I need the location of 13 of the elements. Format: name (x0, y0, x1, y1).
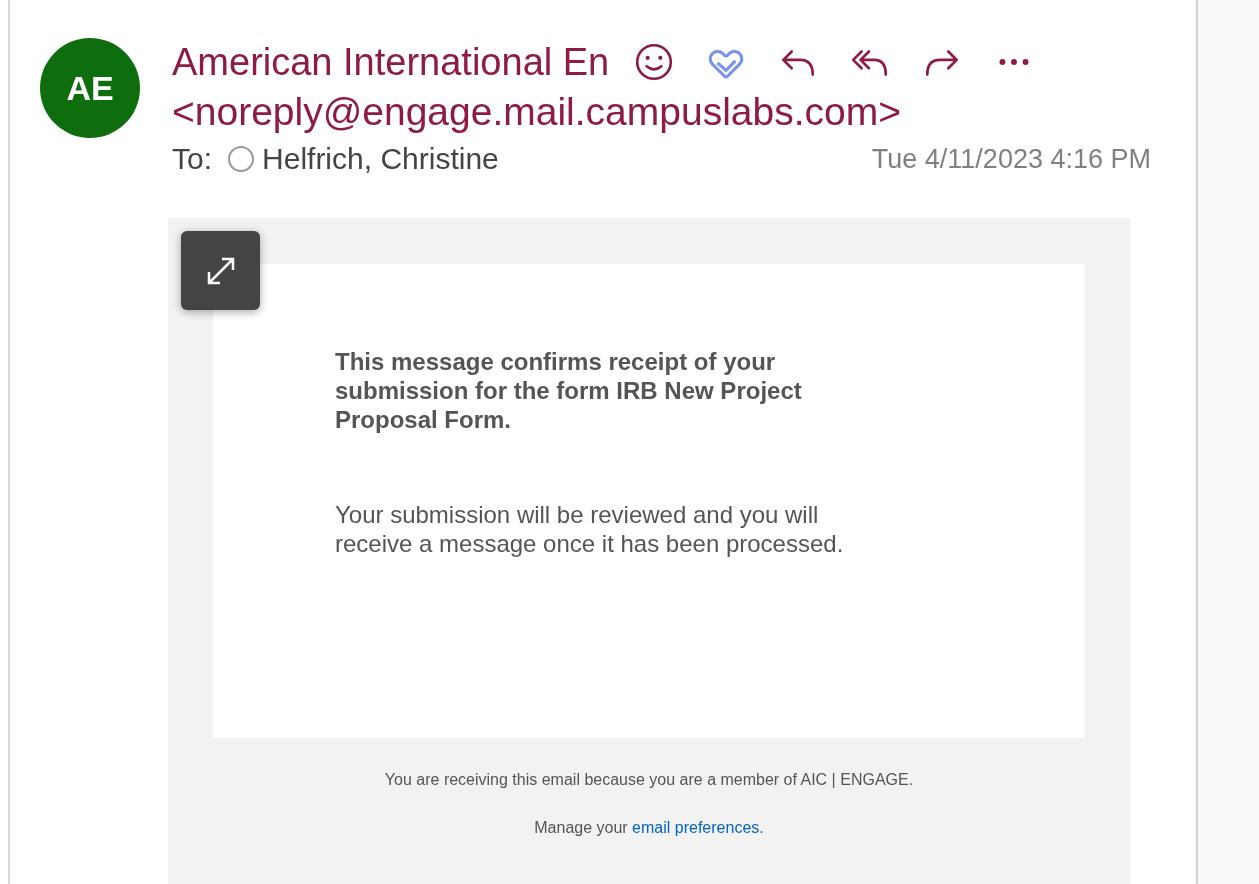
confirmation-heading: This message confirms receipt of your submission for the form IRB New Project Proposal Form. (335, 347, 803, 434)
sent-date: Tue 4/11/2023 4:16 PM (871, 143, 1151, 175)
preferences-sentence: Manage your email preferences. (533, 819, 765, 837)
to-label: To: (172, 142, 213, 176)
presence-icon (228, 146, 255, 172)
email-preferences-link[interactable]: email preferences. (632, 819, 764, 836)
avatar: AE (40, 38, 140, 138)
review-paragraph: Your submission will be reviewed and you will receive a message once it has been processed. (335, 500, 845, 558)
sender-name: American International En (172, 40, 610, 84)
expand-button[interactable] (181, 231, 260, 310)
sender-email: <noreply@engage.mail.campuslabs.com> (172, 89, 902, 135)
recipient-name[interactable]: Helfrich, Christine (262, 142, 499, 176)
membership-notice: You are receiving this email because you are a member of AIC | ENGAGE. (383, 771, 915, 789)
